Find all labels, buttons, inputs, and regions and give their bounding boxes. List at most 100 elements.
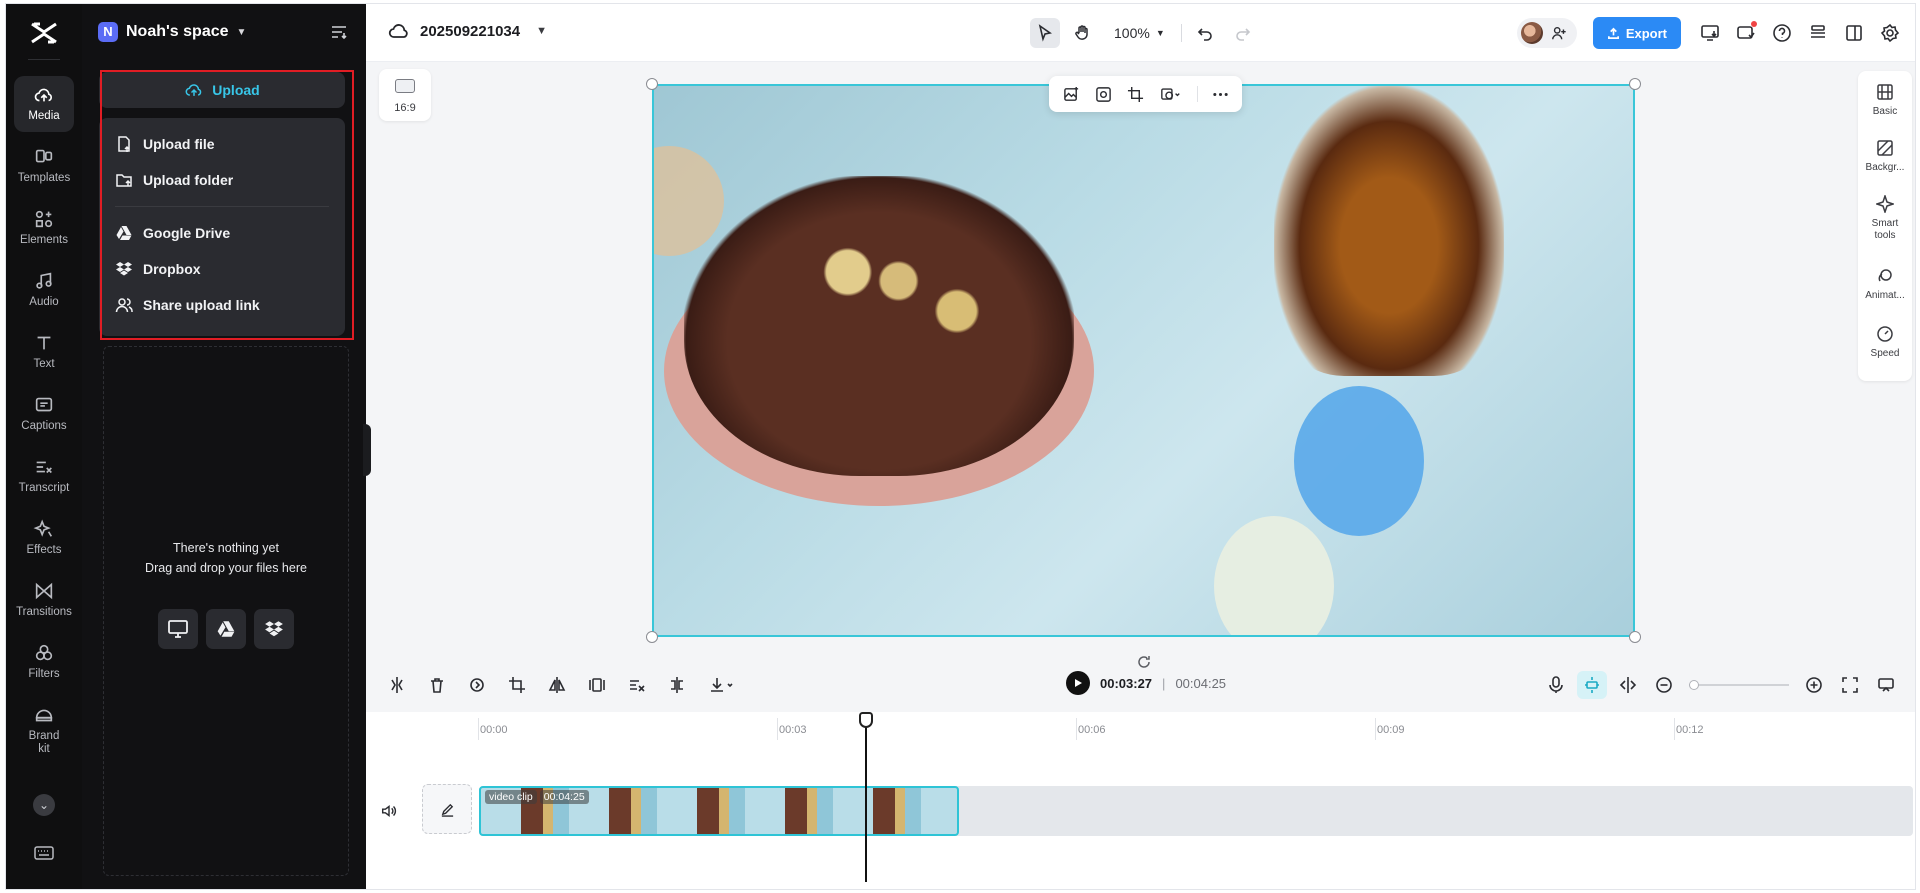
rail-item-transcript[interactable]: Transcript (14, 448, 74, 504)
menu-item-upload-file[interactable]: Upload file (99, 126, 345, 162)
video-clip[interactable]: video clip 00:04:25 (479, 786, 959, 836)
rail-more-chevron-icon[interactable]: ⌄ (33, 794, 55, 816)
delete-button[interactable] (422, 671, 452, 699)
rail-item-audio[interactable]: Audio (14, 262, 74, 318)
rail-item-captions[interactable]: Captions (14, 386, 74, 442)
rail-item-filters[interactable]: Filters (14, 634, 74, 690)
workspace-avatar: N (98, 22, 118, 42)
magnet-snap-button[interactable] (1577, 671, 1607, 699)
video-frame-image (654, 86, 1633, 635)
zoom-dropdown[interactable]: 100% ▼ (1106, 25, 1173, 41)
project-name: 202509221034 (420, 22, 521, 40)
rail-item-templates[interactable]: Templates (14, 138, 74, 194)
drop-zone[interactable]: There's nothing yet Drag and drop your f… (103, 346, 349, 876)
rail-item-transitions[interactable]: Transitions (14, 572, 74, 628)
split-button[interactable] (382, 671, 412, 699)
project-title[interactable]: 202509221034 ▼ (388, 22, 547, 40)
workspace-switcher[interactable]: N Noah's space ▼ (98, 20, 246, 44)
resize-handle-bottom-right[interactable] (1629, 631, 1641, 643)
transcript-icon (36, 461, 52, 474)
crop-clip-button[interactable] (502, 671, 532, 699)
export-label: Export (1625, 25, 1667, 41)
preview-mode-button[interactable] (1871, 671, 1901, 699)
speedometer-icon (1877, 326, 1893, 342)
zoom-in-button[interactable] (1799, 671, 1829, 699)
capcut-logo-icon[interactable] (28, 18, 60, 48)
freeze-button[interactable] (582, 671, 612, 699)
rail-label: Transcript (18, 482, 70, 494)
crop-button[interactable] (1121, 80, 1149, 108)
select-pointer-button[interactable] (1030, 18, 1060, 48)
speed-button[interactable] (462, 671, 492, 699)
record-voiceover-button[interactable] (1541, 671, 1571, 699)
video-preview-frame[interactable] (652, 84, 1635, 637)
rail-item-brand-kit[interactable]: Brand kit (14, 696, 74, 760)
rail-item-text[interactable]: Text (14, 324, 74, 380)
settings-button[interactable] (1875, 18, 1905, 48)
properties-tab-label: Speed (1870, 348, 1900, 359)
properties-tab-animation[interactable]: Animat... (1858, 267, 1912, 302)
help-button[interactable] (1767, 18, 1797, 48)
menu-item-upload-folder[interactable]: Upload folder (99, 162, 345, 198)
transcript-button[interactable] (622, 671, 652, 699)
timeline-zoom-slider[interactable] (1689, 680, 1789, 690)
rail-divider (28, 59, 60, 60)
resize-handle-top-left[interactable] (646, 78, 658, 90)
layers-button[interactable] (1803, 18, 1833, 48)
zoom-out-button[interactable] (1649, 671, 1679, 699)
rail-item-effects[interactable]: Effects (14, 510, 74, 566)
split-scene-button[interactable] (1613, 671, 1643, 699)
smart-cutout-button[interactable] (1089, 80, 1117, 108)
properties-tab-background[interactable]: Backgr... (1858, 139, 1912, 174)
properties-tab-basic[interactable]: Basic (1858, 83, 1912, 118)
trim-button[interactable] (662, 671, 692, 699)
present-button[interactable] (1695, 18, 1725, 48)
focus-frame-icon (1095, 86, 1111, 102)
menu-item-google-drive[interactable]: Google Drive (99, 215, 345, 251)
play-button[interactable] (1066, 671, 1090, 695)
cloud-upload-icon (34, 88, 52, 102)
fit-timeline-button[interactable] (1835, 671, 1865, 699)
rail-label: Templates (17, 172, 71, 184)
timeline-ruler[interactable]: 00:00 00:03 00:06 00:09 00:12 (366, 712, 1915, 742)
export-button[interactable]: Export (1592, 17, 1681, 49)
menu-item-dropbox[interactable]: Dropbox (99, 251, 345, 287)
notifications-button[interactable] (1731, 18, 1761, 48)
upload-button[interactable]: Upload (99, 72, 345, 108)
computer-upload-button[interactable] (158, 609, 198, 649)
mask-dropdown-button[interactable] (1153, 80, 1189, 108)
resize-handle-top-right[interactable] (1629, 78, 1641, 90)
slider-knob[interactable] (1689, 680, 1699, 690)
animation-icon (1878, 269, 1892, 282)
timeline-tools (382, 671, 742, 699)
rail-item-media[interactable]: Media (14, 76, 74, 132)
aspect-ratio-button[interactable]: 16:9 (379, 69, 431, 121)
track-volume-icon[interactable] (380, 802, 402, 822)
keyboard-icon[interactable] (33, 844, 55, 862)
download-dropdown-button[interactable] (702, 671, 742, 699)
resize-handle-bottom-left[interactable] (646, 631, 658, 643)
image-detail (1274, 86, 1504, 376)
playhead[interactable] (865, 712, 867, 882)
replace-image-button[interactable] (1057, 80, 1085, 108)
properties-tab-speed[interactable]: Speed (1858, 325, 1912, 360)
user-avatar (1520, 22, 1543, 44)
screen-download-icon (1701, 25, 1719, 41)
menu-item-share-upload-link[interactable]: Share upload link (99, 287, 345, 323)
undo-button[interactable] (1190, 18, 1220, 48)
menu-divider (115, 206, 329, 207)
properties-tab-smart-tools[interactable]: Smart tools (1858, 195, 1912, 242)
google-drive-button[interactable] (206, 609, 246, 649)
more-options-button[interactable] (1206, 80, 1234, 108)
panel-collapse-handle[interactable] (363, 424, 371, 476)
collaborators[interactable] (1516, 18, 1577, 48)
layout-toggle-button[interactable] (1839, 18, 1869, 48)
redo-button[interactable] (1228, 18, 1258, 48)
dropbox-button[interactable] (254, 609, 294, 649)
sort-icon[interactable] (330, 24, 348, 40)
rail-item-elements[interactable]: Elements (14, 200, 74, 256)
edit-track-button[interactable] (422, 784, 472, 834)
playhead-handle[interactable] (859, 712, 873, 728)
hand-tool-button[interactable] (1068, 18, 1098, 48)
mirror-button[interactable] (542, 671, 572, 699)
